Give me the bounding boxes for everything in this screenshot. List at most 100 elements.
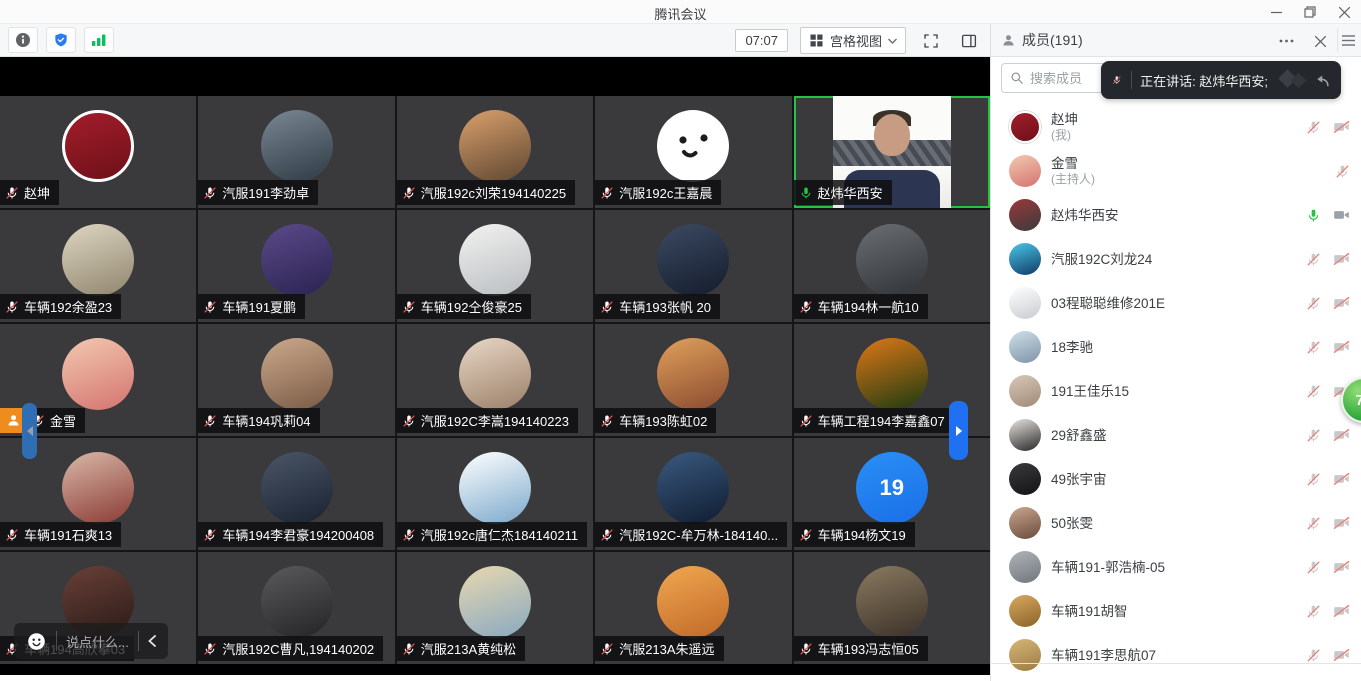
video-tile[interactable]: 汽服191李劲卓 <box>198 96 394 208</box>
member-row[interactable]: 车辆191胡智 <box>991 589 1361 633</box>
security-button[interactable] <box>46 27 76 53</box>
member-name: 03程聪聪维修201E <box>1051 295 1165 312</box>
member-row[interactable]: 车辆191李思航07 <box>991 633 1361 677</box>
participant-name-chip: 汽服213A黄纯松 <box>397 636 525 661</box>
video-tile[interactable]: 车辆194李君豪194200408 <box>198 438 394 550</box>
video-tile[interactable]: 汽服192C李嵩194140223 <box>397 324 593 436</box>
video-tile[interactable]: 车辆193张帆 20 <box>595 210 791 322</box>
participant-name-chip: 车辆工程194李嘉鑫07 <box>794 408 954 433</box>
next-page-arrow[interactable] <box>949 401 968 460</box>
panel-menu-button[interactable] <box>1337 28 1359 52</box>
mic-muted-icon <box>1306 560 1321 575</box>
restore-button[interactable] <box>1293 0 1327 24</box>
more-options-button[interactable] <box>1273 28 1299 54</box>
avatar <box>459 452 531 524</box>
side-panel-toggle-button[interactable] <box>956 28 982 54</box>
participant-name: 车辆193张帆 20 <box>619 297 711 316</box>
member-row[interactable]: 03程聪聪维修201E <box>991 281 1361 325</box>
avatar <box>1009 419 1041 451</box>
member-row[interactable]: 29舒鑫盛 <box>991 413 1361 457</box>
member-row[interactable]: 191王佳乐15 <box>991 369 1361 413</box>
member-row[interactable]: 车辆191-郭浩楠-05 <box>991 545 1361 589</box>
camera-muted-icon <box>1333 120 1350 134</box>
camera-muted-icon <box>1333 296 1350 310</box>
participant-name: 车辆193冯志恒05 <box>818 639 919 658</box>
video-tile[interactable]: 汽服213A黄纯松 <box>397 552 593 664</box>
member-row[interactable]: 18李驰 <box>991 325 1361 369</box>
tile-name-bar: 车辆工程194李嘉鑫07 <box>794 408 954 433</box>
tile-name-bar: 车辆194李君豪194200408 <box>198 522 383 547</box>
video-grid-area: 赵坤 汽服191李劲卓汽服192c刘荣194140225 汽服192c王嘉晨 赵炜华西… <box>0 57 990 675</box>
fullscreen-button[interactable] <box>918 28 944 54</box>
close-button[interactable] <box>1327 0 1361 24</box>
member-row[interactable]: 汽服192C刘龙24 <box>991 237 1361 281</box>
reply-arrow-icon <box>1313 73 1330 88</box>
camera-muted-icon <box>1333 648 1350 662</box>
participant-name-chip: 汽服192C曹凡,194140202 <box>198 636 383 661</box>
mic-muted-icon <box>799 642 813 656</box>
close-icon <box>1339 7 1350 18</box>
video-tile[interactable]: 车辆193陈虹02 <box>595 324 791 436</box>
view-mode-dropdown[interactable]: 宫格视图 <box>800 27 906 54</box>
avatar <box>657 566 729 638</box>
video-tile[interactable]: 汽服192c王嘉晨 <box>595 96 791 208</box>
network-status-button[interactable] <box>84 27 114 53</box>
avatar <box>62 224 134 296</box>
more-icon <box>1279 39 1294 43</box>
participant-name: 赵坤 <box>24 183 50 202</box>
collapse-chat-icon[interactable] <box>148 635 156 647</box>
video-tile[interactable]: 赵坤 <box>0 96 196 208</box>
mic-muted-icon <box>1306 604 1321 619</box>
video-tile[interactable]: 车辆192仝俊豪25 <box>397 210 593 322</box>
chat-input-placeholder[interactable]: 说点什么... <box>66 632 129 651</box>
quick-chat-bar[interactable]: 说点什么... <box>14 623 168 659</box>
minimize-button[interactable] <box>1259 0 1293 24</box>
video-tile[interactable]: 车辆194林一航10 <box>794 210 990 322</box>
camera-muted-icon <box>1333 516 1350 530</box>
avatar <box>459 566 531 638</box>
video-tile[interactable]: 汽服192c刘荣194140225 <box>397 96 593 208</box>
meeting-info-button[interactable] <box>8 27 38 53</box>
avatar <box>657 338 729 410</box>
member-row[interactable]: 50张雯 <box>991 501 1361 545</box>
participant-name: 车辆工程194李嘉鑫07 <box>818 411 945 430</box>
video-tile[interactable]: 车辆192余盈23 <box>0 210 196 322</box>
participant-name: 车辆194巩莉04 <box>222 411 310 430</box>
video-tile[interactable]: 汽服192C曹凡,194140202 <box>198 552 394 664</box>
participant-name: 赵炜华西安 <box>818 183 883 202</box>
previous-page-arrow[interactable] <box>22 403 37 459</box>
emoji-icon[interactable] <box>26 631 47 652</box>
tile-name-bar: 汽服192c王嘉晨 <box>595 180 721 205</box>
member-row[interactable]: 金雪(主持人) <box>991 149 1361 193</box>
avatar <box>856 338 928 410</box>
participant-name: 汽服192c刘荣194140225 <box>421 183 566 202</box>
avatar <box>1009 375 1041 407</box>
avatar <box>1009 639 1041 671</box>
camera-muted-icon <box>1333 560 1350 574</box>
participant-name: 车辆194林一航10 <box>818 297 919 316</box>
video-tile[interactable]: 汽服192C-牟万林-184140... <box>595 438 791 550</box>
mic-muted-icon <box>1306 340 1321 355</box>
participant-name: 车辆192余盈23 <box>24 297 112 316</box>
member-name: 18李驰 <box>1051 339 1093 356</box>
video-tile[interactable]: 车辆194巩莉04 <box>198 324 394 436</box>
divider <box>56 631 57 651</box>
member-name: 29舒鑫盛 <box>1051 427 1107 444</box>
member-name: 赵炜华西安 <box>1051 207 1119 224</box>
video-tile[interactable]: 汽服213A朱遥远 <box>595 552 791 664</box>
close-panel-button[interactable] <box>1307 28 1333 54</box>
avatar <box>856 566 928 638</box>
member-row[interactable]: 赵坤(我) <box>991 105 1361 149</box>
video-tile[interactable]: 汽服192c唐仁杰184140211 <box>397 438 593 550</box>
mic-muted-icon <box>600 414 614 428</box>
video-tile[interactable]: 车辆193冯志恒05 <box>794 552 990 664</box>
avatar <box>261 566 333 638</box>
mic-muted-icon <box>203 642 217 656</box>
member-row[interactable]: 赵炜华西安 <box>991 193 1361 237</box>
member-row[interactable]: 49张宇宙 <box>991 457 1361 501</box>
video-tile[interactable]: 车辆191夏鹏 <box>198 210 394 322</box>
avatar <box>856 224 928 296</box>
video-tile[interactable]: 赵炜华西安 <box>794 96 990 208</box>
tile-name-bar: 车辆194杨文19 <box>794 522 915 547</box>
signal-bars-icon <box>91 32 107 48</box>
